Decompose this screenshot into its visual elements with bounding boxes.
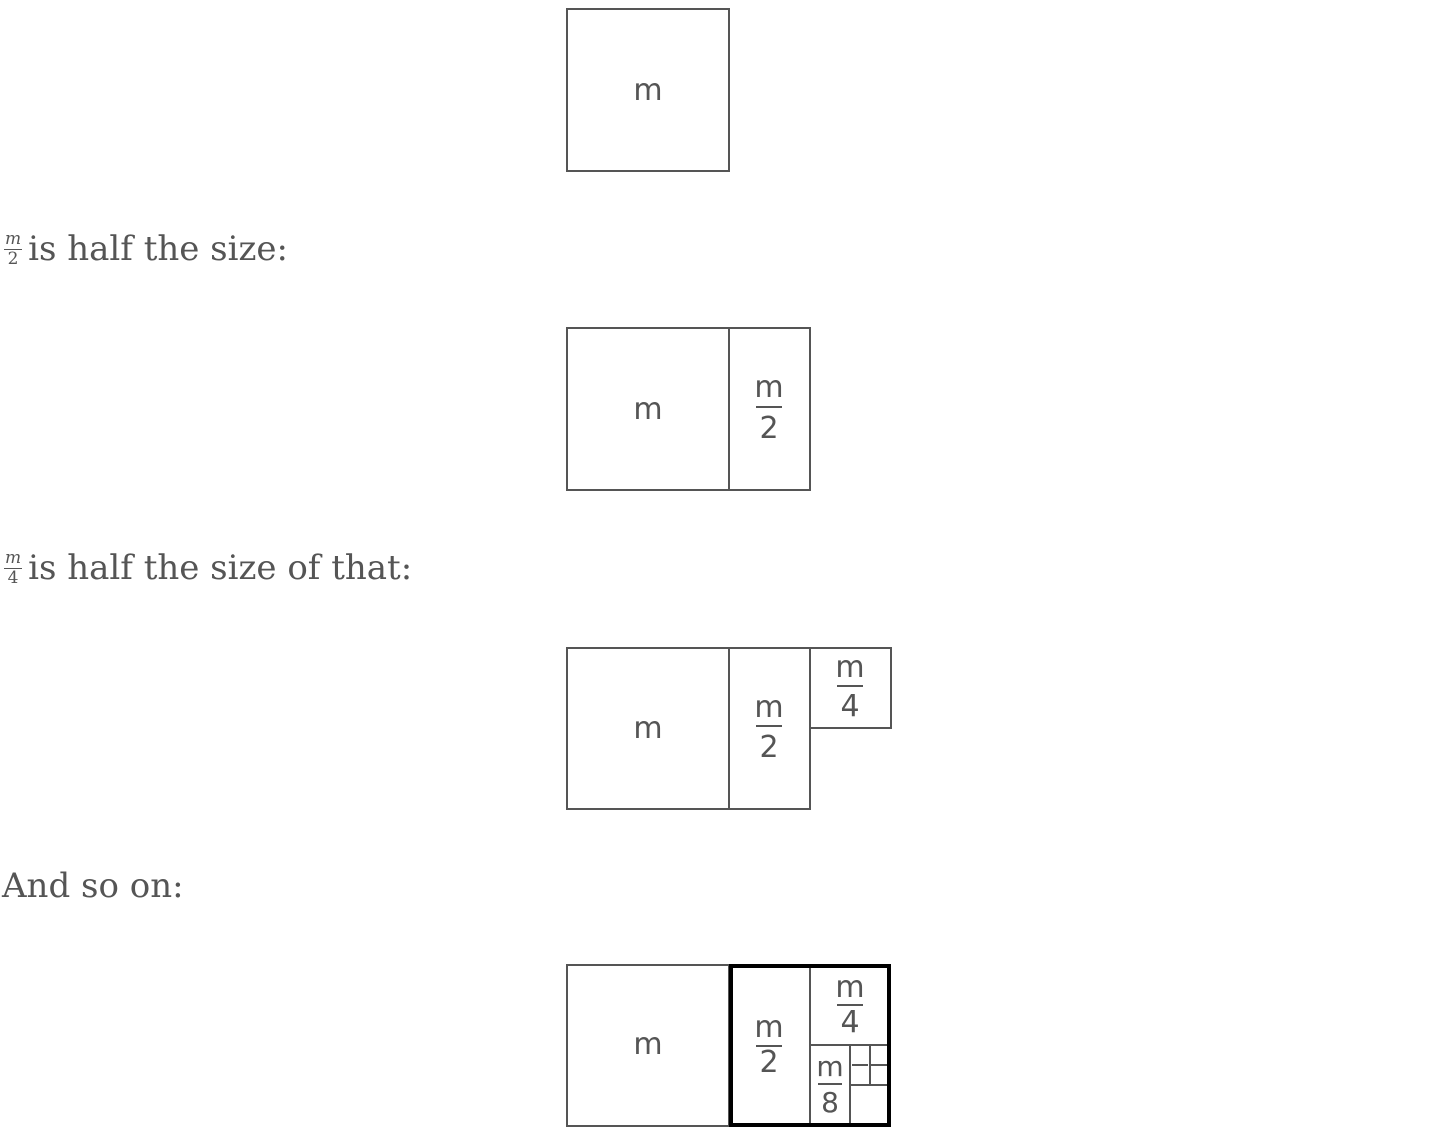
fraction-numerator: m <box>4 228 23 250</box>
label-quarter-denominator: 4 <box>840 1005 859 1040</box>
figure-4-canvas: m m 2 m 4 m 8 <box>566 964 891 1127</box>
fraction-numerator: m <box>4 547 23 569</box>
label-m: m <box>633 392 662 427</box>
label-m: m <box>633 1027 662 1062</box>
figure-square-m: m <box>0 0 1450 180</box>
fraction-m-over-2: m 2 <box>4 228 23 269</box>
caption-half-size: m 2 is half the size: <box>4 229 288 270</box>
label-half-denominator: 2 <box>759 1045 778 1080</box>
caption-text: is half the size of that: <box>28 548 413 588</box>
caption-half-of-that: m 4 is half the size of that: <box>4 548 412 589</box>
figure-2-canvas: m m 2 <box>566 327 811 491</box>
figure-m-plus-half: m m 2 <box>0 320 1450 500</box>
label-half-denominator: 2 <box>759 411 778 446</box>
figure-m-half-quarter: m m 2 m 4 <box>0 640 1450 820</box>
figure-1-canvas: m <box>566 8 730 172</box>
caption-and-so-on: And so on: <box>2 866 184 906</box>
fraction-denominator: 2 <box>7 248 19 269</box>
label-eighth-numerator: m <box>816 1050 843 1083</box>
figure-subdivision: m m 2 m 4 m 8 <box>0 956 1450 1136</box>
label-quarter-denominator: 4 <box>840 689 859 724</box>
label-half-numerator: m <box>754 370 783 405</box>
rect-m-over-2 <box>728 327 811 491</box>
caption-text: And so on: <box>2 866 184 906</box>
fraction-m-over-4: m 4 <box>4 547 23 588</box>
figure-3-canvas: m m 2 m 4 <box>566 647 892 810</box>
label-half-denominator: 2 <box>759 730 778 765</box>
label-quarter-numerator: m <box>835 650 864 685</box>
caption-text: is half the size: <box>28 229 288 269</box>
label-half-numerator: m <box>754 1010 783 1045</box>
label-quarter-numerator: m <box>835 970 864 1005</box>
label-half-numerator: m <box>754 690 783 725</box>
label-m: m <box>633 711 662 746</box>
label-m: m <box>633 73 662 108</box>
fraction-denominator: 4 <box>7 567 19 588</box>
label-eighth-denominator: 8 <box>821 1086 839 1119</box>
rect-m-over-2 <box>728 647 811 810</box>
